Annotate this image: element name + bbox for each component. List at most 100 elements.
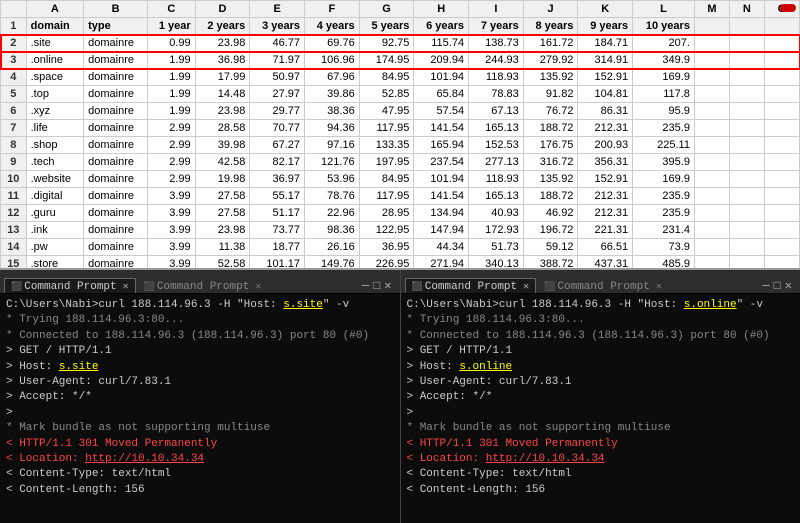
header-1year: 1 year (148, 18, 196, 35)
cell-14-9: 59.12 (523, 239, 578, 256)
terminal-1-close[interactable]: ✕ (123, 281, 129, 293)
logo (780, 4, 796, 12)
header-8years: 8 years (523, 18, 578, 35)
cell-13-7: 147.94 (414, 222, 469, 239)
terminal-1-tabsbar: ⬛ Command Prompt ✕ ⬛ Command Prompt ✕ ─ … (0, 270, 400, 294)
terminal-line: < Content-Length: 156 (407, 483, 795, 498)
cell-7-1: domainre (84, 120, 148, 137)
cell-13-10: 221.31 (578, 222, 633, 239)
cell-7-12 (694, 120, 729, 137)
cell-14-11: 73.9 (633, 239, 695, 256)
cell-4-3: 17.99 (195, 69, 250, 86)
cell-8-7: 165.94 (414, 137, 469, 154)
cell-14-5: 26.16 (305, 239, 360, 256)
cell-15-12 (694, 256, 729, 271)
terminal-2-tab2-label: Command Prompt (557, 281, 649, 293)
cell-14-12 (694, 239, 729, 256)
cell-11-6: 117.95 (359, 188, 414, 205)
terminal-1-minimize[interactable]: ─ (362, 279, 369, 293)
table-row: 6.xyzdomainre1.9923.9829.7738.3647.9557.… (1, 103, 800, 120)
cell-11-4: 55.17 (250, 188, 305, 205)
terminal-line: * Connected to 188.114.96.3 (188.114.96.… (407, 329, 795, 344)
cell-2-0: .site (26, 35, 84, 52)
cell-9-0: .tech (26, 154, 84, 171)
cell-3-1: domainre (84, 52, 148, 69)
cell-11-11: 235.9 (633, 188, 695, 205)
cell-14-8: 51.73 (469, 239, 524, 256)
terminal-2-close-btn[interactable]: ✕ (785, 278, 792, 293)
col-header-I: I (469, 1, 524, 18)
cell-11-7: 141.54 (414, 188, 469, 205)
terminal-2-tab2-close[interactable]: ✕ (656, 281, 662, 293)
cell-15-8: 340.13 (469, 256, 524, 271)
terminal-line: < Content-Length: 156 (6, 483, 394, 498)
terminal-1-maximize[interactable]: □ (373, 279, 380, 293)
cell-10-11: 169.9 (633, 171, 695, 188)
col-header-C: C (148, 1, 196, 18)
header-9years: 9 years (578, 18, 633, 35)
cell-8-11: 225.11 (633, 137, 695, 154)
cell-9-3: 42.58 (195, 154, 250, 171)
terminal-line: C:\Users\Nabi>curl 188.114.96.3 -H "Host… (6, 298, 394, 313)
cell-10-6: 84.95 (359, 171, 414, 188)
cell-6-4: 29.77 (250, 103, 305, 120)
cell-2-11: 207. (633, 35, 695, 52)
cell-9-6: 197.95 (359, 154, 414, 171)
terminal-1-tab2-close[interactable]: ✕ (255, 281, 261, 293)
row-num-15: 15 (1, 256, 27, 271)
terminal-line: > User-Agent: curl/7.83.1 (6, 375, 394, 390)
table-row: 7.lifedomainre2.9928.5870.7794.36117.951… (1, 120, 800, 137)
cell-3-4: 71.97 (250, 52, 305, 69)
terminal-line: * Trying 188.114.96.3:80... (6, 313, 394, 328)
cell-6-11: 95.9 (633, 103, 695, 120)
row-num-5: 5 (1, 86, 27, 103)
col-header-D: D (195, 1, 250, 18)
cell-4-6: 84.95 (359, 69, 414, 86)
cell-8-9: 176.75 (523, 137, 578, 154)
terminal-2-maximize[interactable]: □ (774, 279, 781, 293)
cell-10-10: 152.91 (578, 171, 633, 188)
cell-2-4: 46.77 (250, 35, 305, 52)
cell-10-9: 135.92 (523, 171, 578, 188)
cell-5-8: 78.83 (469, 86, 524, 103)
cell-13-2: 3.99 (148, 222, 196, 239)
col-header-L: L (633, 1, 695, 18)
terminal-2-minimize[interactable]: ─ (762, 279, 769, 293)
terminal-1-body: C:\Users\Nabi>curl 188.114.96.3 -H "Host… (0, 294, 400, 499)
cell-5-2: 1.99 (148, 86, 196, 103)
cell-15-9: 388.72 (523, 256, 578, 271)
cell-8-10: 200.93 (578, 137, 633, 154)
terminal-1: ⬛ Command Prompt ✕ ⬛ Command Prompt ✕ ─ … (0, 270, 401, 523)
cell-7-11: 235.9 (633, 120, 695, 137)
terminal-line: > GET / HTTP/1.1 (6, 344, 394, 359)
cell-11-2: 3.99 (148, 188, 196, 205)
cell-4-1: domainre (84, 69, 148, 86)
col-header-N: N (729, 1, 764, 18)
terminal-line: < Location: http://10.10.34.34 (6, 452, 394, 467)
row-num-6: 6 (1, 103, 27, 120)
table-row: 15.storedomainre3.9952.58101.17149.76226… (1, 256, 800, 271)
cell-14-2: 3.99 (148, 239, 196, 256)
cell-14-0: .pw (26, 239, 84, 256)
cell-2-9: 161.72 (523, 35, 578, 52)
cell-14-6: 36.95 (359, 239, 414, 256)
cell-14-13 (729, 239, 764, 256)
terminal-line: * Mark bundle as not supporting multiuse (6, 421, 394, 436)
cell-4-5: 67.96 (305, 69, 360, 86)
cell-9-13 (729, 154, 764, 171)
row-num-12: 12 (1, 205, 27, 222)
cell-8-2: 2.99 (148, 137, 196, 154)
terminal-2-close[interactable]: ✕ (523, 281, 529, 293)
terminal-line: * Trying 188.114.96.3:80... (407, 313, 795, 328)
cell-6-5: 38.36 (305, 103, 360, 120)
cell-2-7: 115.74 (414, 35, 469, 52)
cell-7-4: 70.77 (250, 120, 305, 137)
terminal-2: ⬛ Command Prompt ✕ ⬛ Command Prompt ✕ ─ … (401, 270, 800, 523)
cell-9-5: 121.76 (305, 154, 360, 171)
terminal-1-close-btn[interactable]: ✕ (384, 278, 391, 293)
cell-8-13 (729, 137, 764, 154)
cell-4-4: 50.97 (250, 69, 305, 86)
col-header-G: G (359, 1, 414, 18)
cell-5-6: 52.85 (359, 86, 414, 103)
terminal-line: > Host: s.online (407, 360, 795, 375)
